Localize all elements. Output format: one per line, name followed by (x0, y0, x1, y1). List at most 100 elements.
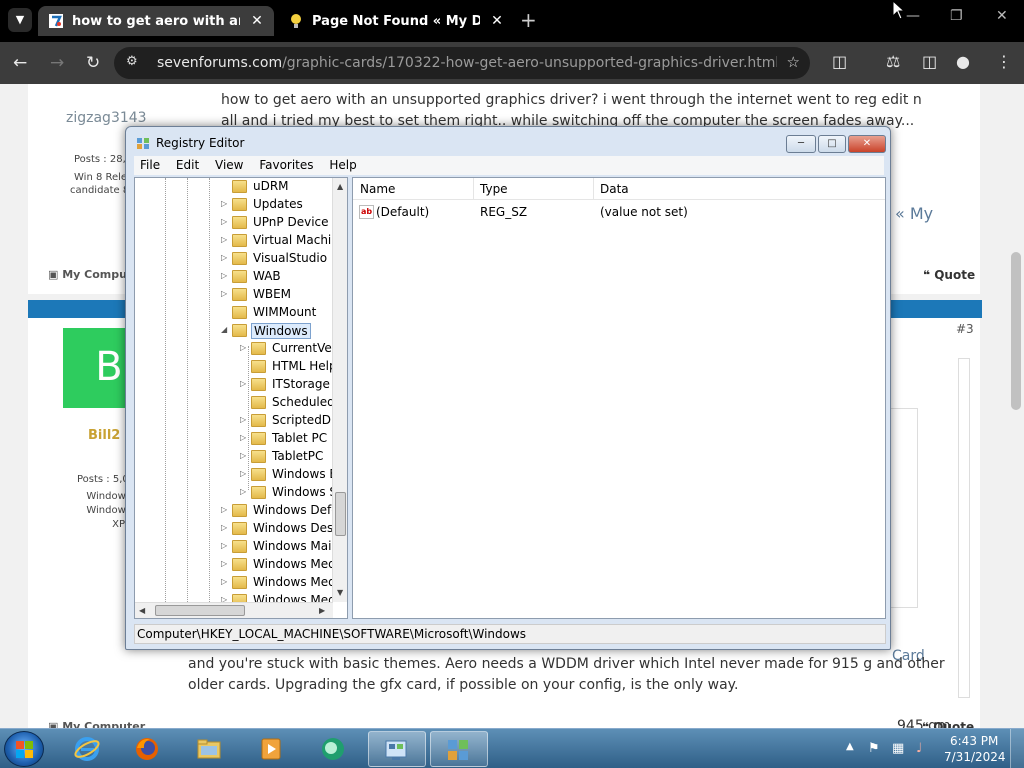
quote-button[interactable]: ❝ Quote (922, 720, 974, 728)
column-header-data[interactable]: Data (600, 182, 629, 196)
tab-inactive[interactable]: Page Not Found « My Digital Life ✕ (278, 6, 510, 36)
scrollbar-thumb[interactable] (335, 492, 346, 536)
expand-arrow-icon[interactable]: ▷ (221, 217, 231, 226)
registry-value-row[interactable]: ab (Default) REG_SZ (value not set) (353, 202, 885, 222)
expand-arrow-icon[interactable]: ▷ (221, 235, 231, 244)
bookmark-star-icon[interactable]: ☆ (787, 53, 800, 71)
show-desktop-button[interactable] (1010, 729, 1024, 768)
expand-arrow-icon[interactable]: ▷ (240, 451, 250, 460)
folder-icon (232, 504, 247, 517)
post-username[interactable]: zigzag3143 (66, 110, 147, 126)
column-divider[interactable] (473, 178, 474, 200)
scroll-right-arrow-icon[interactable]: ▶ (319, 606, 325, 615)
computer-icon: ▣ (48, 268, 63, 281)
expand-arrow-icon[interactable]: ▷ (240, 343, 250, 352)
tree-vertical-scrollbar[interactable]: ▲ ▼ (332, 178, 347, 602)
menu-favorites[interactable]: Favorites (253, 156, 319, 174)
menu-edit[interactable]: Edit (170, 156, 205, 174)
post-username[interactable]: Bill2 (88, 428, 120, 443)
close-tab-icon[interactable]: ✕ (488, 13, 506, 29)
expand-arrow-icon[interactable]: ▷ (221, 505, 231, 514)
clock-date[interactable]: 7/31/2024 (944, 750, 1006, 764)
action-center-flag-icon[interactable]: ⚑ (868, 741, 880, 756)
url-text[interactable]: sevenforums.com/graphic-cards/170322-how… (157, 55, 777, 71)
taskbar-network-app[interactable] (306, 731, 360, 767)
extensions-icon[interactable]: ◫ (832, 52, 847, 71)
scroll-down-arrow-icon[interactable]: ▼ (337, 588, 343, 597)
folder-icon (197, 739, 221, 759)
forward-icon[interactable]: → (50, 53, 64, 73)
close-tab-icon[interactable]: ✕ (248, 13, 266, 29)
expand-arrow-icon[interactable]: ▷ (221, 559, 231, 568)
values-header: Name Type Data (353, 178, 885, 200)
taskbar-media-player[interactable] (244, 731, 298, 767)
expand-arrow-icon[interactable]: ▷ (221, 253, 231, 262)
expand-arrow-icon[interactable]: ▷ (221, 523, 231, 532)
reload-icon[interactable]: ↻ (86, 53, 100, 73)
expand-arrow-icon[interactable]: ▷ (221, 271, 231, 280)
my-computer-button[interactable]: ▣ My Computer (48, 720, 145, 728)
expand-arrow-icon[interactable]: ▷ (240, 433, 250, 442)
menu-help[interactable]: Help (323, 156, 362, 174)
minimize-button[interactable]: ─ (786, 135, 816, 153)
page-scrollbar[interactable] (1008, 84, 1024, 728)
menu-view[interactable]: View (209, 156, 249, 174)
expand-arrow-icon[interactable]: ▷ (240, 487, 250, 496)
tab-search-button[interactable]: ▼ (8, 8, 32, 32)
expand-arrow-icon[interactable]: ▷ (240, 415, 250, 424)
folder-icon (232, 576, 247, 589)
labs-flask-icon[interactable]: ⚖ (886, 52, 900, 71)
column-header-type[interactable]: Type (480, 182, 508, 196)
scrollbar-thumb[interactable] (1011, 252, 1021, 410)
expand-arrow-icon[interactable]: ▷ (221, 541, 231, 550)
clock-time[interactable]: 6:43 PM (950, 734, 998, 748)
quote-icon: ❝ (922, 720, 934, 728)
collapse-arrow-icon[interactable]: ◢ (221, 325, 231, 334)
my-computer-button[interactable]: ▣ My Compu (48, 268, 127, 281)
posts-count: Posts : 28,8 (74, 154, 133, 165)
scroll-left-arrow-icon[interactable]: ◀ (139, 606, 145, 615)
scroll-up-arrow-icon[interactable]: ▲ (337, 182, 343, 191)
taskbar-control-panel[interactable] (368, 731, 426, 767)
new-tab-button[interactable]: + (520, 8, 537, 32)
address-bar[interactable]: ⚙ sevenforums.com/graphic-cards/170322-h… (114, 47, 810, 79)
taskbar-file-explorer[interactable] (182, 731, 236, 767)
menu-kebab-icon[interactable]: ⋮ (996, 52, 1012, 71)
volume-muted-icon[interactable]: ♩ (916, 741, 922, 756)
system-spec-line: candidate 8 (70, 185, 130, 196)
expand-arrow-icon[interactable]: ▷ (221, 199, 231, 208)
start-button[interactable] (4, 731, 44, 767)
expand-arrow-icon[interactable]: ▷ (221, 289, 231, 298)
profile-avatar-icon[interactable]: ● (956, 52, 970, 71)
close-window-icon[interactable]: ✕ (996, 8, 1008, 24)
value-name: (Default) (376, 205, 430, 219)
expand-arrow-icon[interactable]: ▷ (221, 577, 231, 586)
tree-horizontal-scrollbar[interactable]: ◀ ▶ (135, 602, 333, 618)
taskbar-registry-editor[interactable] (430, 731, 488, 767)
show-hidden-icons-arrow-icon[interactable]: ▲ (846, 741, 854, 752)
expand-arrow-icon[interactable]: ▷ (221, 595, 231, 602)
close-button[interactable]: ✕ (848, 135, 886, 153)
back-icon[interactable]: ← (13, 53, 27, 73)
scrollbar-thumb[interactable] (155, 605, 245, 616)
restore-window-icon[interactable]: ❐ (950, 8, 963, 24)
network-icon[interactable]: ▦ (892, 741, 904, 756)
registry-editor-icon (448, 740, 468, 760)
side-panel-icon[interactable]: ◫ (922, 52, 937, 71)
column-header-name[interactable]: Name (360, 182, 395, 196)
firefox-icon (136, 738, 158, 760)
column-divider[interactable] (593, 178, 594, 200)
forum-link-fragment[interactable]: « My (895, 204, 933, 223)
taskbar-firefox[interactable] (120, 731, 174, 767)
site-info-icon[interactable]: ⚙ (126, 54, 138, 69)
quote-button[interactable]: ❝ Quote (923, 268, 975, 282)
expand-arrow-icon[interactable]: ▷ (240, 469, 250, 478)
minimize-window-icon[interactable]: — (906, 8, 920, 24)
tree-guide-line (209, 178, 210, 602)
taskbar-internet-explorer[interactable] (60, 731, 114, 767)
tab-active[interactable]: how to get aero with an unsupported grap… (38, 6, 274, 36)
post-number[interactable]: #3 (956, 322, 974, 336)
expand-arrow-icon[interactable]: ▷ (240, 379, 250, 388)
menu-file[interactable]: File (134, 156, 166, 174)
maximize-button[interactable]: □ (818, 135, 846, 153)
